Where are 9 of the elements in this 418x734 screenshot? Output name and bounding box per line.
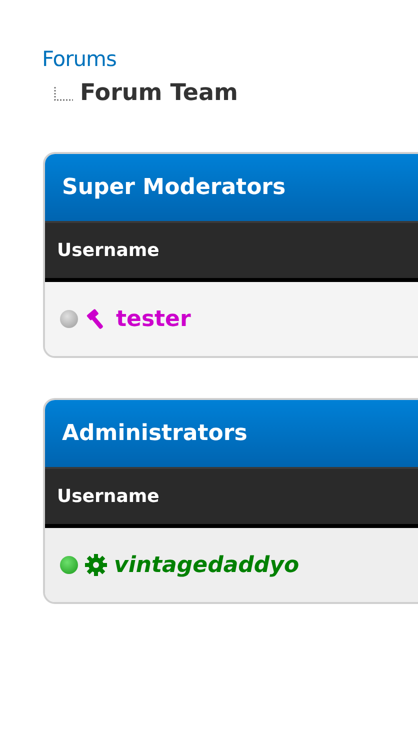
tree-connector-icon	[54, 87, 74, 101]
group-header: Super Moderators	[45, 154, 418, 223]
column-header: Username	[45, 469, 418, 528]
gear-icon	[84, 553, 108, 577]
group-header: Administrators	[45, 400, 418, 469]
username-link[interactable]: tester	[116, 302, 191, 336]
column-header: Username	[45, 223, 418, 282]
breadcrumb-link[interactable]: Forums	[42, 47, 116, 71]
page-title: Forum Team	[80, 78, 238, 108]
